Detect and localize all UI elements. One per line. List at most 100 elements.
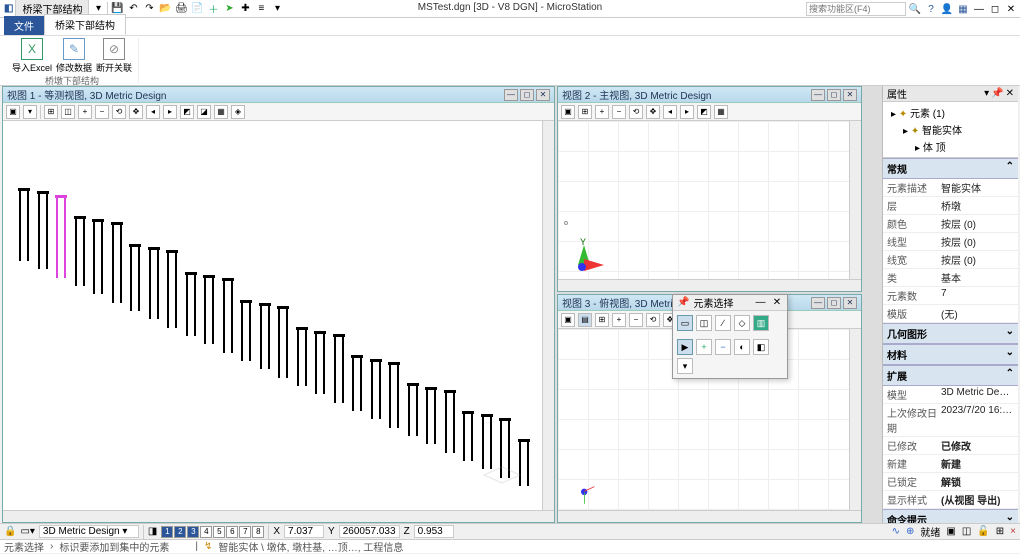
section-extend[interactable]: 扩展⌃ [883, 365, 1018, 386]
view-toggle-6[interactable]: 6 [226, 526, 238, 538]
view2-minimize-button[interactable]: — [811, 89, 825, 101]
prop-row[interactable]: 层桥墩 [883, 197, 1018, 215]
float-pin-icon[interactable]: 📌 [677, 297, 689, 308]
view-toggle-7[interactable]: 7 [239, 526, 251, 538]
prop-row[interactable]: 线型按层 (0) [883, 233, 1018, 251]
select-color-button[interactable]: ▥ [753, 315, 769, 331]
props-dock-icon[interactable]: 📌 [991, 88, 1003, 99]
modify-data-button[interactable]: ✎ 修改数据 [56, 38, 92, 74]
props-close-icon[interactable]: ✕ [1006, 88, 1014, 99]
prop-row[interactable]: 新建新建 [883, 455, 1018, 473]
user-icon[interactable]: 👤 [940, 2, 954, 16]
view-toggle-3[interactable]: 3 [187, 526, 199, 538]
sb-model-dropdown[interactable]: 3D Metric Design ▾ [39, 525, 139, 538]
mode-clear-button[interactable]: ◧ [753, 339, 769, 355]
zoom-window-button[interactable]: ◫ [61, 105, 75, 119]
props-header[interactable]: 属性 ▾ 📌 ✕ [883, 86, 1018, 102]
view-toggle-1[interactable]: 1 [161, 526, 173, 538]
v2-clip-button[interactable]: ◩ [697, 105, 711, 119]
view1-maximize-button[interactable]: ◻ [520, 89, 534, 101]
sb-info-icon[interactable]: ▣ [946, 526, 955, 537]
v3-view-control-button[interactable]: ▣ [561, 313, 575, 327]
section-general[interactable]: 常规⌃ [883, 158, 1018, 179]
select-block-button[interactable]: ◫ [696, 315, 712, 331]
display-set-button[interactable]: ◈ [231, 105, 245, 119]
select-individual-button[interactable]: ▭ [677, 315, 693, 331]
prop-row[interactable]: 模型3D Metric Design [883, 386, 1018, 404]
view-toggle-2[interactable]: 2 [174, 526, 186, 538]
clip-volume-button[interactable]: ◩ [180, 105, 194, 119]
view2-scrollbar-v[interactable] [849, 121, 861, 279]
break-relation-button[interactable]: ⊘ 断开关联 [96, 38, 132, 74]
tree-root[interactable]: ▸ ✦ 元素 (1) [887, 104, 1014, 121]
v2-pan-button[interactable]: ✥ [646, 105, 660, 119]
print-icon[interactable]: 🖨 [174, 2, 188, 16]
sb-accudraw-icon[interactable]: ⊕ [906, 526, 914, 537]
v2-attr-button[interactable]: ▦ [714, 105, 728, 119]
sb-dim-icon[interactable]: ⊞ [996, 526, 1004, 537]
view1-minimize-button[interactable]: — [504, 89, 518, 101]
view1-scrollbar-v[interactable] [542, 121, 554, 510]
settings-icon[interactable]: ▦ [956, 2, 970, 16]
mode-invert-button[interactable]: ◐ [734, 339, 750, 355]
display-style-button[interactable]: ▾ [23, 105, 37, 119]
prop-row[interactable]: 显示样式(从视图 导出) [883, 491, 1018, 509]
breadcrumb-root[interactable]: 元素选择 [4, 539, 44, 554]
mode-dropdown-button[interactable]: ▾ [677, 358, 693, 374]
v2-rotate-button[interactable]: ⟲ [629, 105, 643, 119]
mode-subtract-button[interactable]: − [715, 339, 731, 355]
minimize-icon[interactable]: — [972, 2, 986, 16]
prop-row[interactable]: 颜色按层 (0) [883, 215, 1018, 233]
prop-row[interactable]: 模版(无) [883, 305, 1018, 323]
zoom-in-button[interactable]: + [78, 105, 92, 119]
v3-display-style-button[interactable]: ▤ [578, 313, 592, 327]
select-shape-button[interactable]: ◇ [734, 315, 750, 331]
v3-zoom-out-button[interactable]: − [629, 313, 643, 327]
view-toggle-8[interactable]: 8 [252, 526, 264, 538]
tab-bridge-substructure[interactable]: 桥梁下部结构 [44, 14, 126, 35]
redo-icon[interactable]: ↷ [142, 2, 156, 16]
x-value[interactable]: 7.037 [284, 525, 324, 538]
sb-lock-icon[interactable]: 🔒 [4, 526, 16, 537]
view-next-button[interactable]: ▸ [163, 105, 177, 119]
view3-minimize-button[interactable]: — [811, 297, 825, 309]
y-value[interactable]: 260057.033 [339, 525, 400, 538]
view1-close-button[interactable]: ✕ [536, 89, 550, 101]
floatwin-close-button[interactable]: ✕ [771, 297, 783, 308]
v3-zoom-fit-button[interactable]: ⊞ [595, 313, 609, 327]
open-icon[interactable]: 📂 [158, 2, 172, 16]
v3-rotate-button[interactable]: ⟲ [646, 313, 660, 327]
sb-snap-icon[interactable]: ∿ [892, 526, 900, 537]
prop-row[interactable]: 线宽按层 (0) [883, 251, 1018, 269]
copy-icon[interactable]: 📄 [190, 2, 204, 16]
sb-lock2-icon[interactable]: 🔓 [977, 526, 989, 537]
pan-button[interactable]: ✥ [129, 105, 143, 119]
rotate-view-button[interactable]: ⟲ [112, 105, 126, 119]
view-toggle-5[interactable]: 5 [213, 526, 225, 538]
v2-zoom-out-button[interactable]: − [612, 105, 626, 119]
v2-view-control-button[interactable]: ▣ [561, 105, 575, 119]
undo-icon[interactable]: ↶ [126, 2, 140, 16]
prop-row[interactable]: 元素描述智能实体 [883, 179, 1018, 197]
z-value[interactable]: 0.953 [414, 525, 454, 538]
more-icon[interactable]: ≡ [254, 2, 268, 16]
zoom-out-button[interactable]: − [95, 105, 109, 119]
v2-zoom-in-button[interactable]: + [595, 105, 609, 119]
mode-new-button[interactable]: ▶ [677, 339, 693, 355]
view2-maximize-button[interactable]: ◻ [827, 89, 841, 101]
props-tree[interactable]: ▸ ✦ 元素 (1) ▸ ✦ 智能实体 ▸ 体 顶 [883, 102, 1018, 158]
select-line-button[interactable]: ∕ [715, 315, 731, 331]
prop-row[interactable]: 已锁定解锁 [883, 473, 1018, 491]
sb-level-icon[interactable]: ◫ [962, 526, 971, 537]
tab-file[interactable]: 文件 [4, 16, 44, 35]
sb-views-icon[interactable]: ◨ [148, 526, 157, 537]
view3-close-button[interactable]: ✕ [843, 297, 857, 309]
view1-titlebar[interactable]: 视图 1 - 等测视图, 3D Metric Design — ◻ ✕ [3, 87, 554, 103]
section-geometry[interactable]: 几何图形⌄ [883, 323, 1018, 344]
props-pin-icon[interactable]: ▾ [984, 88, 989, 99]
prop-row[interactable]: 类基本 [883, 269, 1018, 287]
view-control-button[interactable]: ▣ [6, 105, 20, 119]
tool-icon[interactable]: ✚ [238, 2, 252, 16]
section-material[interactable]: 材料⌄ [883, 344, 1018, 365]
import-excel-button[interactable]: X 导入Excel [12, 38, 52, 74]
